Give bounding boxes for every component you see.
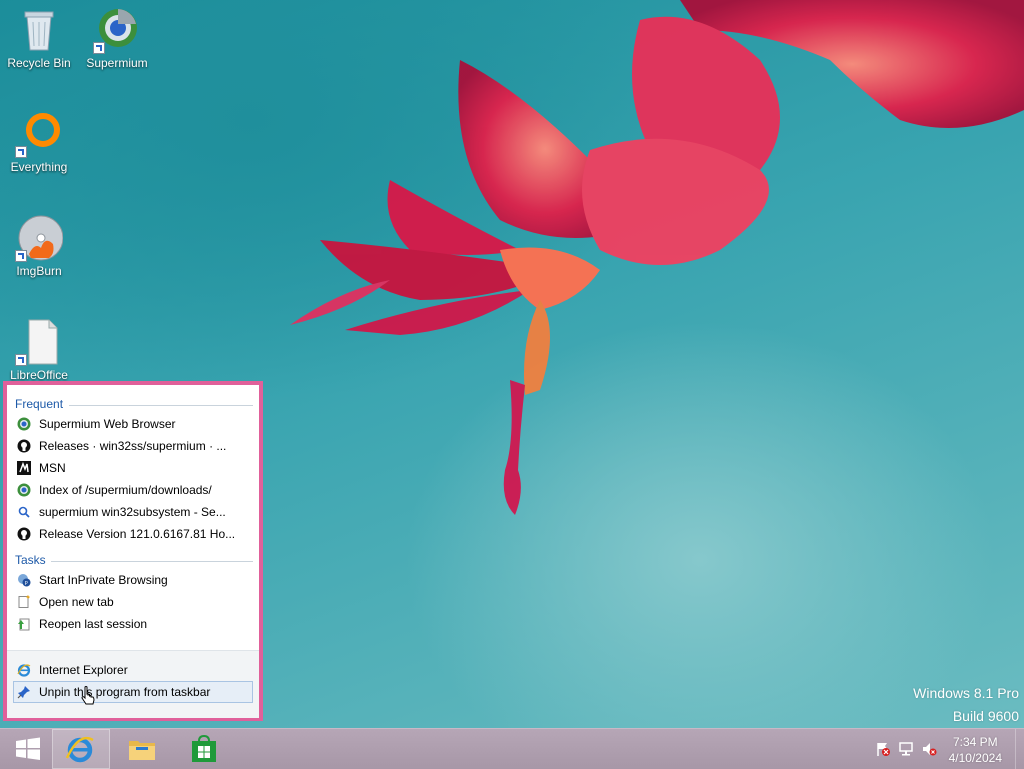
- jump-list-frequent-header: Frequent: [7, 395, 259, 413]
- jump-list-item-label: Index of /supermium/downloads/: [39, 483, 212, 497]
- jump-list-item-releases[interactable]: Releases · win32ss/supermium · ...: [7, 435, 259, 457]
- frequent-header-label: Frequent: [15, 397, 64, 411]
- supermium-icon: [17, 417, 31, 431]
- jump-list-unpin-from-taskbar[interactable]: Unpin this program from taskbar: [13, 681, 253, 703]
- desktop-icon-imgburn[interactable]: ImgBurn: [1, 214, 77, 278]
- reopen-session-icon: [18, 618, 30, 631]
- start-windows-icon: [16, 737, 40, 760]
- jump-list-task-open-new-tab[interactable]: Open new tab: [7, 591, 259, 613]
- header-divider: [69, 405, 253, 406]
- taskbar: 7:34 PM 4/10/2024: [0, 728, 1024, 769]
- mouse-pointer-hand-icon: [81, 686, 95, 705]
- search-icon: [18, 506, 30, 518]
- jump-list-task-reopen-last-session[interactable]: Reopen last session: [7, 613, 259, 635]
- taskbar-internet-explorer[interactable]: [52, 729, 110, 769]
- desktop-icon-supermium[interactable]: Supermium: [79, 6, 155, 70]
- desktop-icon-label: Everything: [10, 160, 68, 174]
- github-icon: [17, 439, 31, 453]
- jump-list-item-msn[interactable]: MSN: [7, 457, 259, 479]
- jump-list-unpin-label: Unpin this program from taskbar: [39, 685, 211, 699]
- desktop-icon-recycle-bin[interactable]: Recycle Bin: [1, 6, 77, 70]
- jump-list-program-section: Internet Explorer Unpin this program fro…: [7, 650, 259, 718]
- taskbar-file-explorer[interactable]: [114, 729, 172, 769]
- shortcut-arrow-icon: [15, 146, 27, 158]
- jump-list-item-label: supermium win32subsystem - Se...: [39, 505, 226, 519]
- network-icon[interactable]: [898, 741, 914, 757]
- jump-list-item-label: Releases · win32ss/supermium · ...: [39, 439, 227, 453]
- jump-list-item-release-version[interactable]: Release Version 121.0.6167.81 Ho...: [7, 523, 259, 545]
- desktop-icon-label: Recycle Bin: [7, 56, 71, 70]
- show-desktop-button[interactable]: [1015, 729, 1024, 769]
- windows-version-watermark: Windows 8.1 Pro Build 9600: [913, 684, 1019, 730]
- internet-explorer-icon: [17, 664, 31, 677]
- start-button[interactable]: [0, 729, 58, 769]
- supermium-icon: [17, 483, 31, 497]
- desktop-icon-everything[interactable]: Everything: [1, 110, 77, 174]
- svg-text:P: P: [25, 581, 28, 587]
- taskbar-store[interactable]: [176, 729, 234, 769]
- desktop-icon-label: LibreOffice: [10, 368, 68, 382]
- watermark-build: Build 9600: [952, 708, 1019, 724]
- taskbar-clock[interactable]: 7:34 PM 4/10/2024: [949, 734, 1002, 766]
- volume-muted-icon[interactable]: [921, 741, 937, 757]
- jump-list-frequent-section: Frequent Supermium Web Browser Releases …: [7, 395, 259, 545]
- jump-list-item-label: Release Version 121.0.6167.81 Ho...: [39, 527, 236, 541]
- supermium-icon: [93, 6, 141, 54]
- clock-time: 7:34 PM: [952, 735, 998, 749]
- clock-date: 4/10/2024: [948, 751, 1002, 765]
- jump-list-item-search-result[interactable]: supermium win32subsystem - Se...: [7, 501, 259, 523]
- jump-list-tasks-header: Tasks: [7, 551, 259, 569]
- internet-explorer-icon: [65, 736, 94, 763]
- libreoffice-icon: [15, 318, 63, 366]
- inprivate-icon: P: [18, 574, 31, 587]
- new-tab-icon: [18, 595, 30, 608]
- jump-list-item-supermium-web-browser[interactable]: Supermium Web Browser: [7, 413, 259, 435]
- file-explorer-icon: [129, 741, 155, 760]
- unpin-icon: [17, 686, 30, 699]
- header-divider: [51, 561, 253, 562]
- shortcut-arrow-icon: [93, 42, 105, 54]
- jump-list-program-label: Internet Explorer: [39, 663, 128, 677]
- shortcut-arrow-icon: [15, 354, 27, 366]
- everything-icon: [15, 110, 63, 158]
- imgburn-icon: [15, 214, 64, 262]
- github-icon: [17, 527, 31, 541]
- notification-area: [873, 741, 939, 757]
- desktop-icon-label: Supermium: [86, 56, 148, 70]
- jump-list-task-label: Start InPrivate Browsing: [39, 573, 168, 587]
- taskbar-jump-list: Frequent Supermium Web Browser Releases …: [3, 381, 263, 721]
- msn-icon: [17, 461, 31, 475]
- desktop-icon-label: ImgBurn: [16, 264, 62, 278]
- action-center-flag-icon[interactable]: [875, 741, 891, 757]
- watermark-edition: Windows 8.1 Pro: [913, 685, 1019, 701]
- desktop-icon-libreoffice[interactable]: LibreOffice: [1, 318, 77, 382]
- jump-list-item-index-of-downloads[interactable]: Index of /supermium/downloads/: [7, 479, 259, 501]
- jump-list-task-label: Reopen last session: [39, 617, 148, 631]
- shortcut-arrow-icon: [15, 250, 27, 262]
- recycle-bin-icon: [15, 6, 63, 54]
- store-icon: [192, 734, 216, 762]
- jump-list-task-inprivate[interactable]: P Start InPrivate Browsing: [7, 569, 259, 591]
- tasks-header-label: Tasks: [15, 553, 46, 567]
- jump-list-task-label: Open new tab: [39, 595, 114, 609]
- jump-list-tasks-section: Tasks P Start InPrivate Browsing Open ne…: [7, 551, 259, 635]
- jump-list-item-label: Supermium Web Browser: [39, 417, 176, 431]
- jump-list-item-label: MSN: [39, 461, 66, 475]
- jump-list-open-internet-explorer[interactable]: Internet Explorer: [7, 659, 259, 681]
